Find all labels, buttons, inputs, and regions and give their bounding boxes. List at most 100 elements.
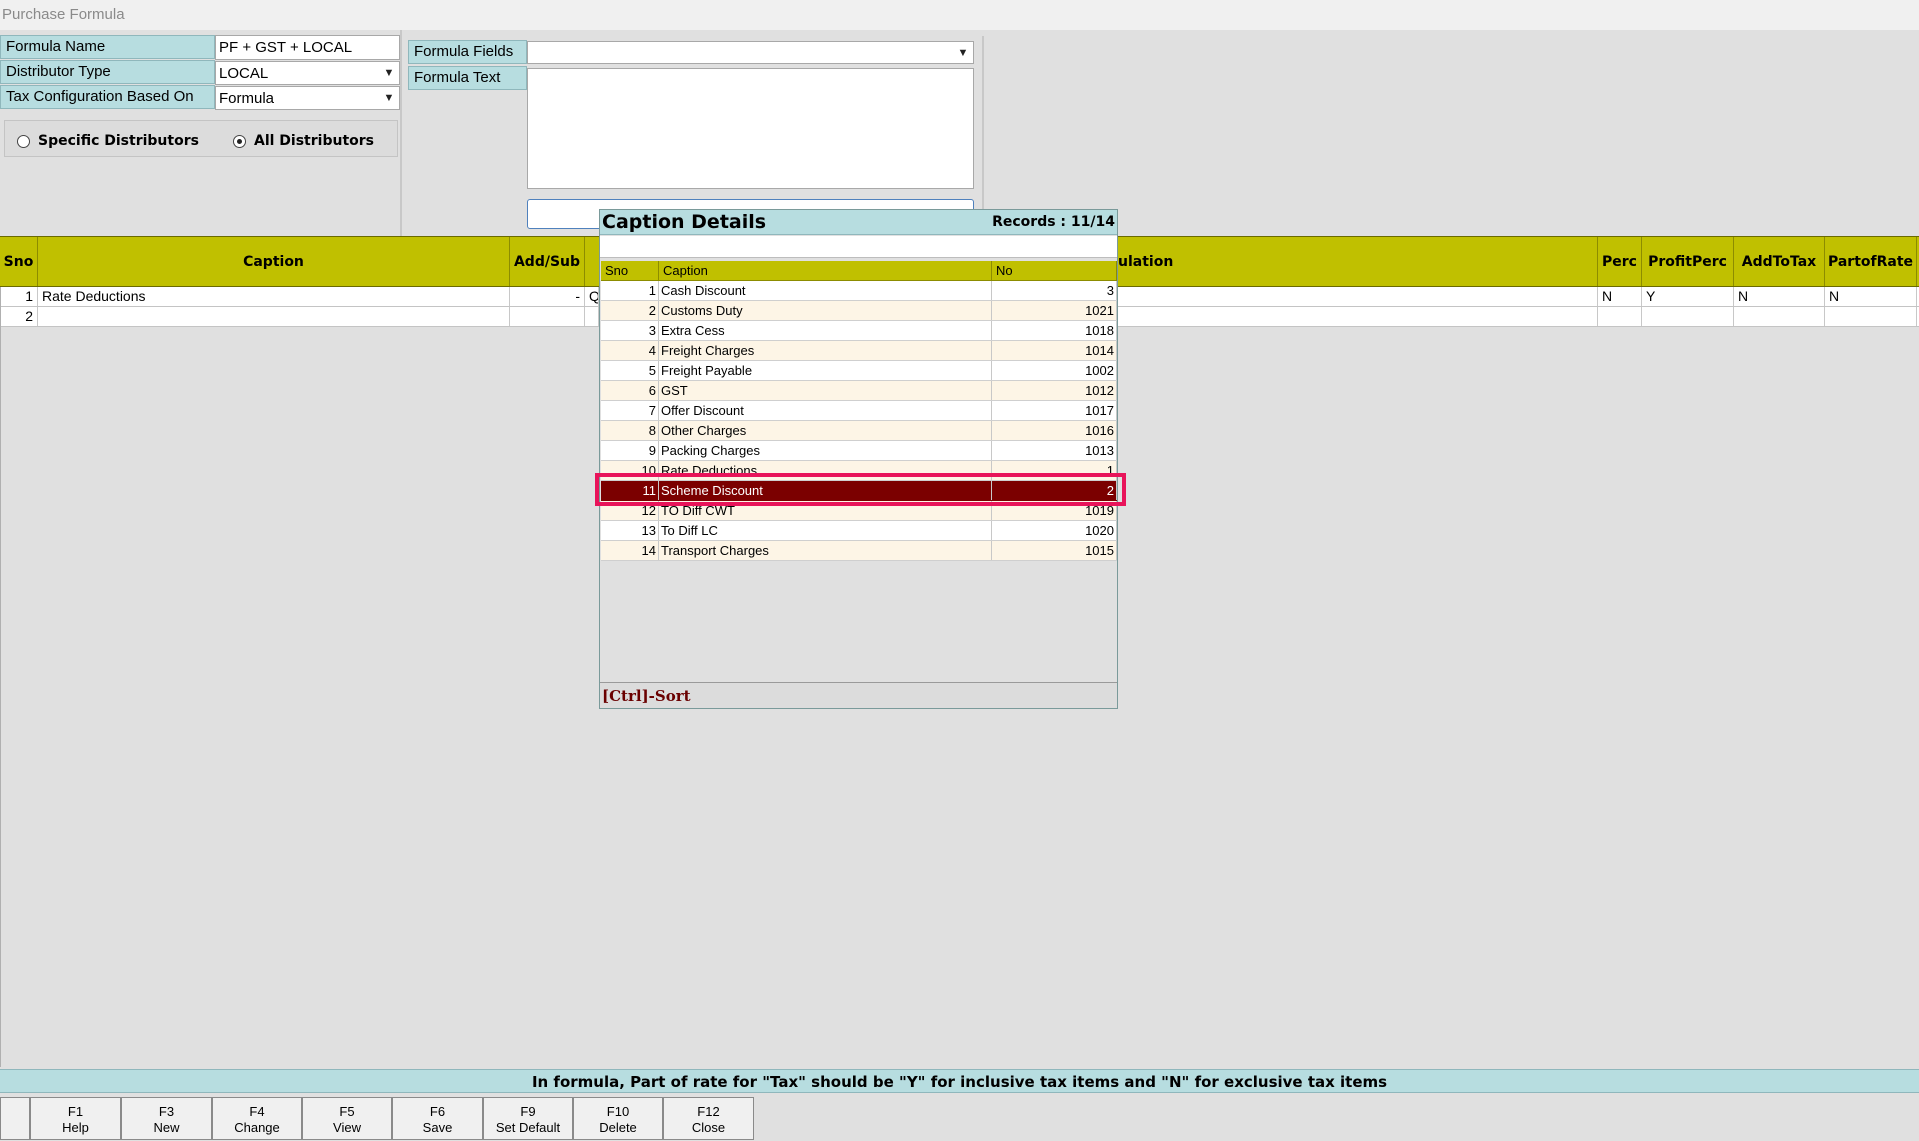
row-sno: 2 [601, 301, 659, 320]
row-no: 1016 [992, 421, 1117, 440]
row-sno: 4 [601, 341, 659, 360]
change-button[interactable]: F4 Change [212, 1097, 302, 1140]
col-sno[interactable]: Sno [0, 237, 38, 286]
list-item[interactable]: 7 Offer Discount 1017 [601, 401, 1117, 421]
row-sno: 7 [601, 401, 659, 420]
row-no: 1012 [992, 381, 1117, 400]
cell-caption[interactable] [38, 307, 510, 326]
row-no: 1013 [992, 441, 1117, 460]
help-button[interactable]: F1 Help [30, 1097, 121, 1140]
specific-distributors-label: Specific Distributors [38, 133, 199, 149]
delete-button[interactable]: F10 Delete [573, 1097, 663, 1140]
row-sno: 14 [601, 541, 659, 560]
col-calculation[interactable]: ulation [1118, 237, 1598, 286]
row-no: 3 [992, 281, 1117, 300]
row-caption: Freight Payable [659, 361, 992, 380]
save-button[interactable]: F6 Save [392, 1097, 483, 1140]
formula-fields-select[interactable]: ▼ [527, 41, 974, 64]
cell-calculation-right[interactable] [1118, 307, 1598, 326]
key-label: Save [422, 1120, 453, 1135]
col-add-sub[interactable]: Add/Sub [510, 237, 585, 286]
formula-name-field[interactable]: PF + GST + LOCAL [215, 35, 400, 60]
list-item[interactable]: 8 Other Charges 1016 [601, 421, 1117, 441]
cell-part-of-rate[interactable]: N [1825, 287, 1917, 306]
popup-col-sno[interactable]: Sno [601, 261, 659, 281]
col-profit-perc[interactable]: ProfitPerc [1642, 237, 1734, 286]
cell-sno[interactable]: 1 [0, 287, 38, 306]
set-default-button[interactable]: F9 Set Default [483, 1097, 573, 1140]
list-item[interactable]: 14 Transport Charges 1015 [601, 541, 1117, 561]
list-item[interactable]: 1 Cash Discount 3 [601, 281, 1117, 301]
popup-col-caption[interactable]: Caption [659, 261, 992, 281]
cell-add-sub[interactable]: - [510, 287, 585, 306]
list-item[interactable]: 4 Freight Charges 1014 [601, 341, 1117, 361]
key-code: F12 [697, 1104, 720, 1119]
key-code: F4 [249, 1104, 265, 1119]
tax-config-value: Formula [219, 90, 275, 107]
col-part-of-rate[interactable]: PartofRate [1825, 237, 1917, 286]
row-sno: 13 [601, 521, 659, 540]
key-label: Close [691, 1120, 726, 1135]
row-no: 1002 [992, 361, 1117, 380]
tax-note: In formula, Part of rate for "Tax" shoul… [0, 1069, 1919, 1093]
row-caption: Packing Charges [659, 441, 992, 460]
tax-config-select[interactable]: Formula ▼ [215, 86, 400, 110]
list-item[interactable]: 13 To Diff LC 1020 [601, 521, 1117, 541]
row-sno: 5 [601, 361, 659, 380]
chevron-down-icon[interactable]: ▼ [953, 42, 973, 63]
row-sno: 6 [601, 381, 659, 400]
row-caption: Extra Cess [659, 321, 992, 340]
cell-calculation[interactable] [585, 307, 599, 326]
cell-add-sub[interactable] [510, 307, 585, 326]
close-button[interactable]: F12 Close [663, 1097, 754, 1140]
cell-add-to-tax[interactable]: N [1734, 287, 1825, 306]
list-item[interactable]: 6 GST 1012 [601, 381, 1117, 401]
function-key-bar: F1 Help F3 New F4 Change F5 View F6 Save F9 Se… [0, 1097, 1919, 1141]
radio-off-icon [17, 134, 30, 148]
row-no: 1017 [992, 401, 1117, 420]
chevron-down-icon[interactable]: ▼ [379, 87, 399, 109]
key-code: F1 [67, 1104, 84, 1119]
row-no: 1015 [992, 541, 1117, 560]
list-item[interactable]: 2 Customs Duty 1021 [601, 301, 1117, 321]
cell-add-to-tax[interactable] [1734, 307, 1825, 326]
chevron-down-icon[interactable]: ▼ [379, 62, 399, 84]
cell-perc[interactable]: N [1598, 287, 1642, 306]
list-item[interactable]: 9 Packing Charges 1013 [601, 441, 1117, 461]
cell-profit-perc[interactable] [1642, 307, 1734, 326]
popup-search-input[interactable] [600, 236, 1117, 258]
cell-calculation[interactable]: Q [585, 287, 599, 306]
row-sno: 8 [601, 421, 659, 440]
formula-text-area[interactable] [527, 68, 974, 189]
distributor-type-select[interactable]: LOCAL ▼ [215, 61, 400, 85]
col-caption[interactable]: Caption [38, 237, 510, 286]
cell-perc[interactable] [1598, 307, 1642, 326]
row-caption: Customs Duty [659, 301, 992, 320]
all-distributors-radio[interactable]: All Distributors [233, 133, 374, 149]
popup-col-no[interactable]: No [992, 261, 1117, 281]
col-add-to-tax[interactable]: AddToTax [1734, 237, 1825, 286]
cell-caption[interactable]: Rate Deductions [38, 287, 510, 306]
distributor-type-value: LOCAL [219, 65, 269, 82]
cell-sno[interactable]: 2 [0, 307, 38, 326]
popup-title: Caption Details [602, 211, 767, 233]
row-caption: Offer Discount [659, 401, 992, 420]
row-no: 1020 [992, 521, 1117, 540]
row-sno: 9 [601, 441, 659, 460]
specific-distributors-radio[interactable]: Specific Distributors [17, 133, 199, 149]
new-button[interactable]: F3 New [121, 1097, 212, 1140]
col-perc[interactable]: Perc [1598, 237, 1642, 286]
cell-calculation-right[interactable] [1118, 287, 1598, 306]
row-sno: 3 [601, 321, 659, 340]
right-panel-border [982, 36, 984, 236]
formula-name-label: Formula Name [0, 35, 215, 59]
list-item[interactable]: 5 Freight Payable 1002 [601, 361, 1117, 381]
cell-profit-perc[interactable]: Y [1642, 287, 1734, 306]
popup-title-bar: Caption Details Records : 11/14 [600, 210, 1117, 235]
grid-left-border [0, 287, 1, 1067]
view-button[interactable]: F5 View [302, 1097, 392, 1140]
cell-part-of-rate[interactable] [1825, 307, 1917, 326]
row-caption: GST [659, 381, 992, 400]
list-item[interactable]: 3 Extra Cess 1018 [601, 321, 1117, 341]
formula-fields-label: Formula Fields [408, 40, 527, 64]
